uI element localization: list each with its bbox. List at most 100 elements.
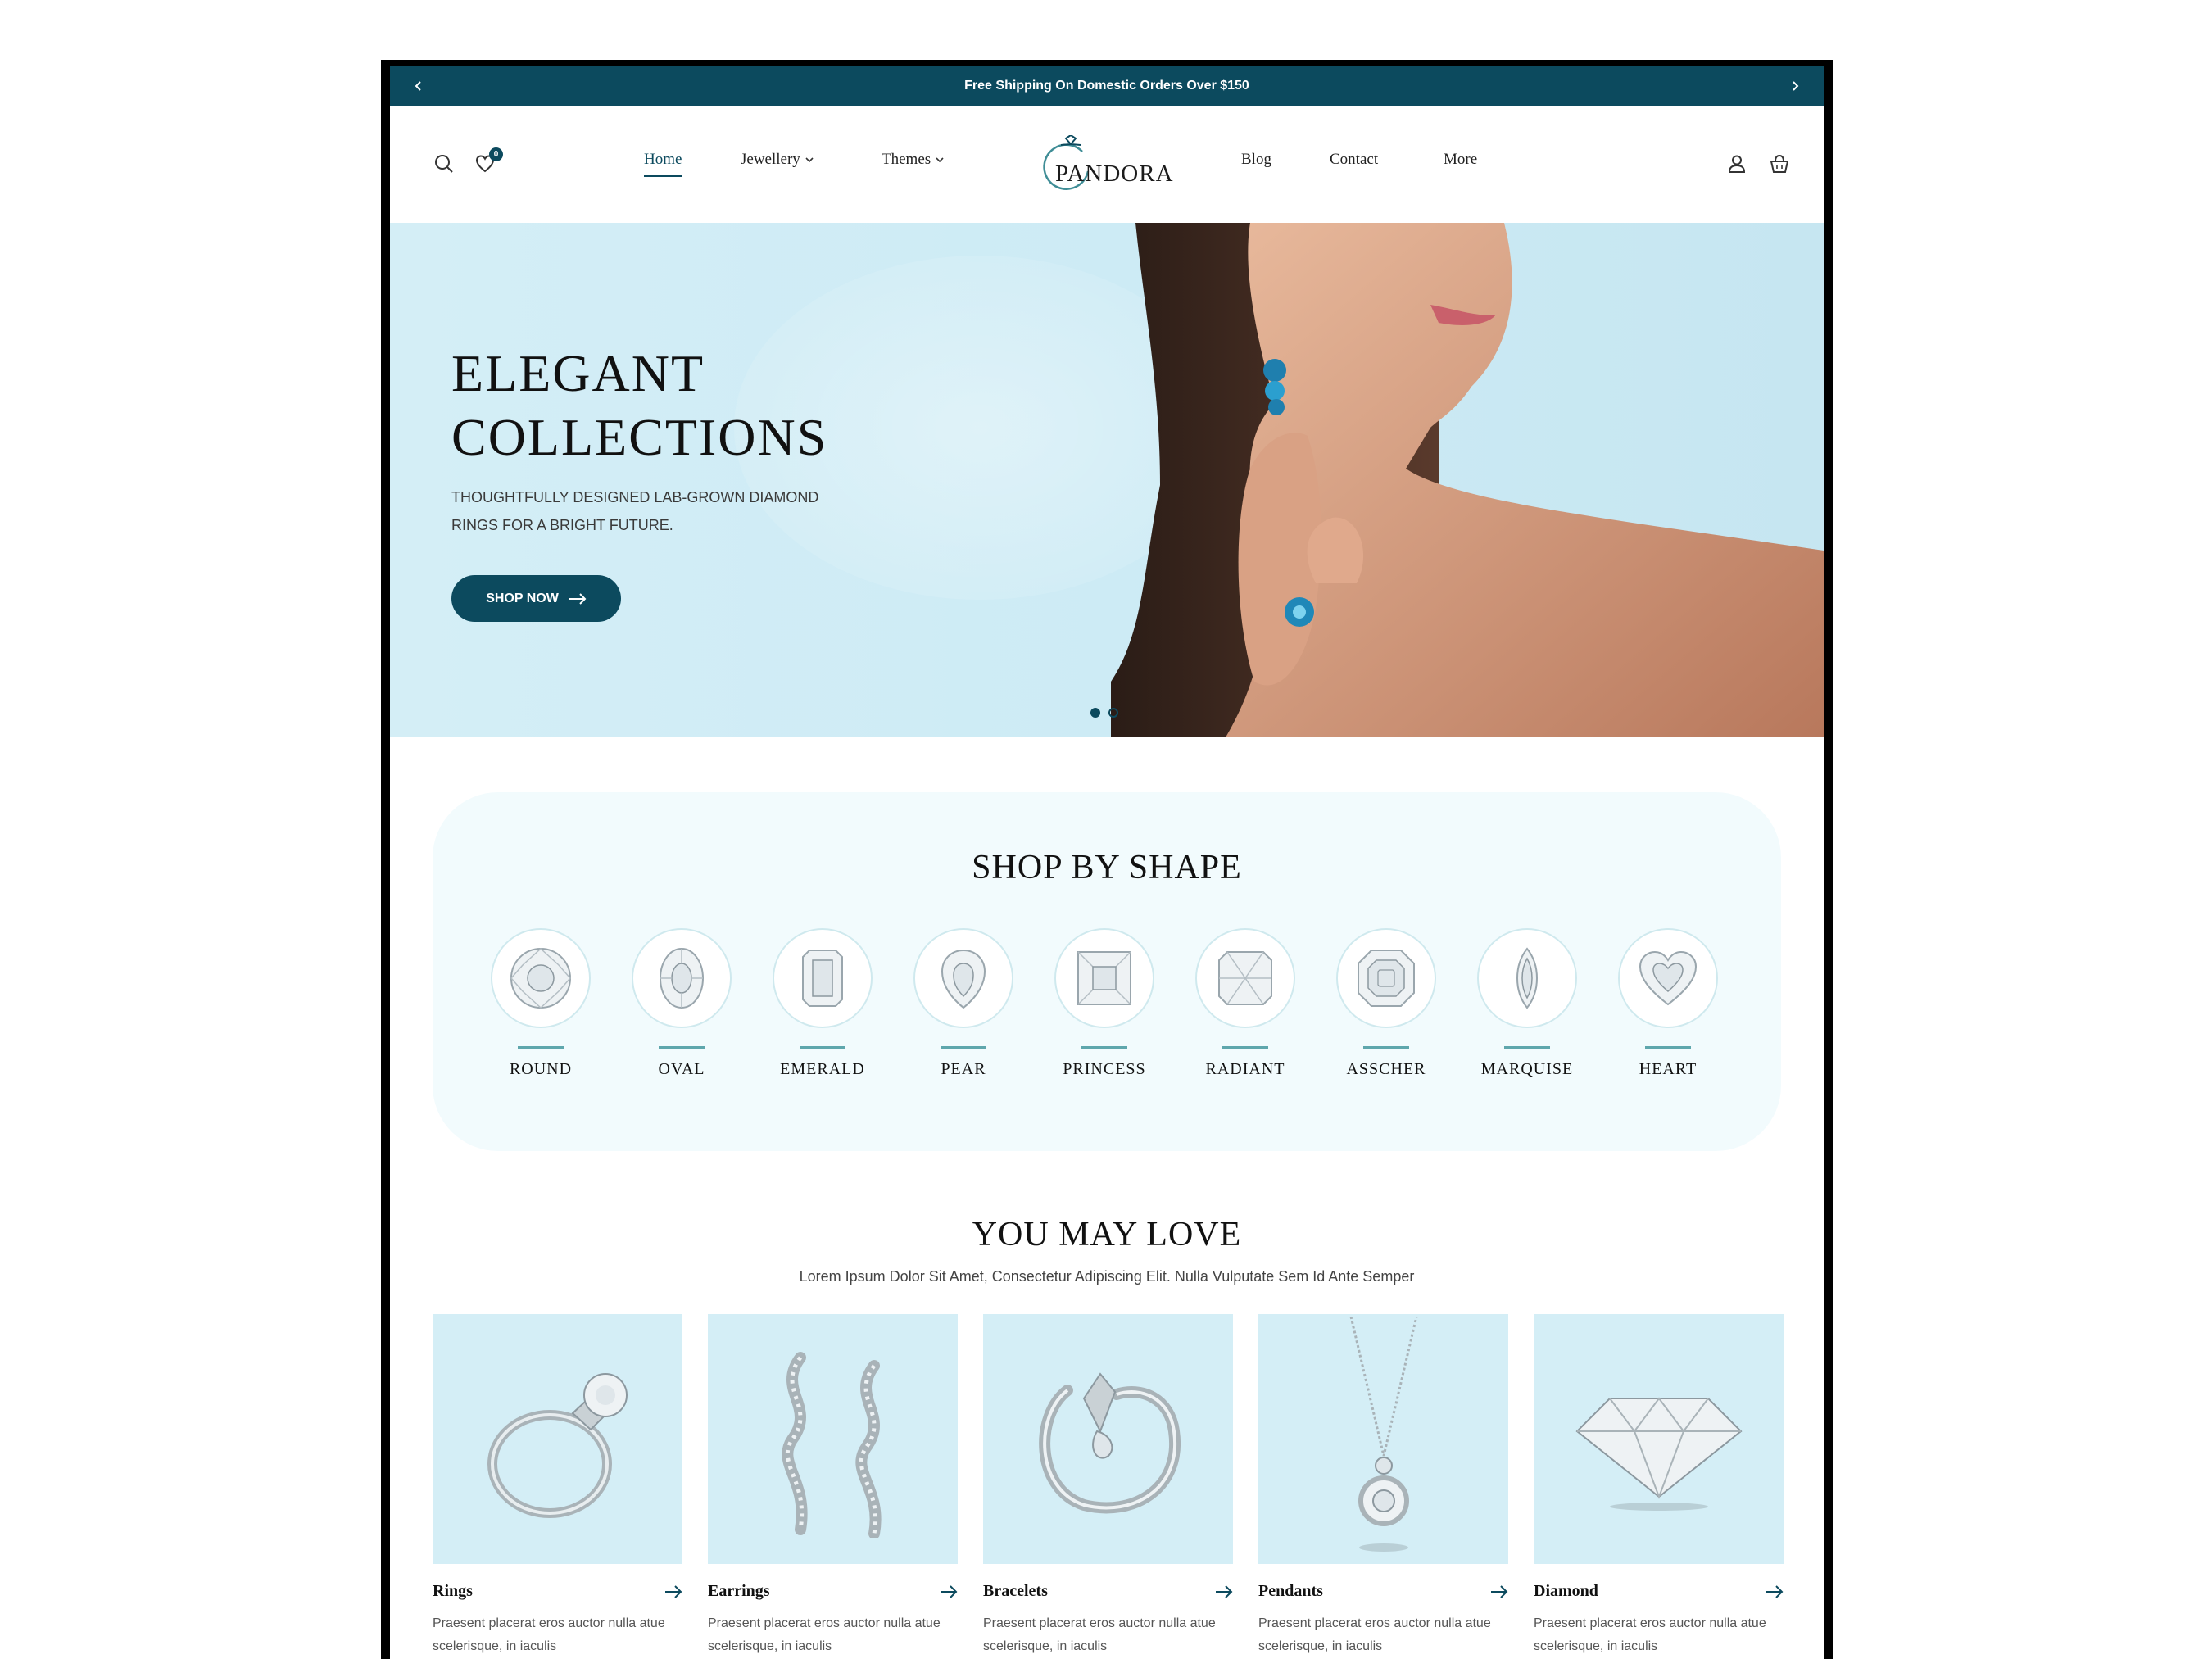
diamond-ring-image <box>487 1372 628 1518</box>
shape-radiant[interactable]: RADIANT <box>1195 928 1295 1079</box>
nav-blog-label: Blog <box>1241 151 1271 168</box>
cart-button[interactable] <box>1766 151 1793 177</box>
announcement-bar: Free Shipping On Domestic Orders Over $1… <box>390 66 1824 106</box>
category-card-pendants[interactable]: Pendants Praesent placerat eros auctor n… <box>1258 1314 1508 1658</box>
you-may-love-title: YOU MAY LOVE <box>972 1216 1242 1253</box>
shape-asscher[interactable]: ASSCHER <box>1336 928 1436 1079</box>
product-name: Pendants <box>1258 1582 1323 1600</box>
pear-diamond-icon <box>941 949 986 1009</box>
nav-contact-label: Contact <box>1330 151 1379 168</box>
product-description: Praesent placerat eros auctor nulla atue… <box>433 1616 665 1653</box>
product-name: Bracelets <box>983 1582 1048 1600</box>
earrings-image-icon <box>781 1351 882 1538</box>
asscher-diamond-icon <box>1358 950 1415 1007</box>
nav-more[interactable]: More <box>1444 151 1477 169</box>
category-card-earrings[interactable]: Earrings Praesent placerat eros auctor n… <box>708 1314 958 1658</box>
nav-jewellery[interactable]: Jewellery <box>741 151 814 169</box>
shape-marquise-label: MARQUISE <box>1480 1060 1574 1078</box>
round-diamond-icon <box>510 947 571 1009</box>
category-card-rings[interactable]: Rings Praesent placerat eros auctor null… <box>433 1314 682 1658</box>
bracelet-image-icon <box>1038 1371 1181 1513</box>
shape-round-image <box>491 928 591 1028</box>
device-frame: Free Shipping On Domestic Orders Over $1… <box>381 60 1833 1659</box>
arrow-right-icon[interactable] <box>940 1584 958 1598</box>
diamond-image <box>1534 1314 1784 1564</box>
nav-home-label: Home <box>644 151 682 168</box>
chevron-right-icon <box>1793 81 1799 91</box>
nav-contact[interactable]: Contact <box>1330 151 1378 169</box>
hero-slide-dot-1[interactable] <box>1090 708 1100 718</box>
shape-emerald-label: EMERALD <box>780 1060 865 1078</box>
shape-marquise-image <box>1477 928 1577 1028</box>
shop-by-shape-title: SHOP BY SHAPE <box>972 849 1242 886</box>
product-description: Praesent placerat eros auctor nulla atue… <box>983 1616 1216 1653</box>
shape-underline <box>1645 1046 1691 1049</box>
wishlist-button[interactable]: 0 <box>472 147 503 177</box>
arrow-right-icon[interactable] <box>1215 1584 1233 1598</box>
shape-princess-label: PRINCESS <box>1063 1060 1146 1078</box>
shape-asscher-image <box>1336 928 1436 1028</box>
search-icon <box>435 155 453 173</box>
website-screen: Free Shipping On Domestic Orders Over $1… <box>390 66 1824 1659</box>
announcement-next-button[interactable] <box>1784 75 1806 97</box>
product-description: Praesent placerat eros auctor nulla atue… <box>708 1616 941 1653</box>
arrow-right-icon <box>569 592 587 605</box>
pendants-image <box>1258 1314 1508 1564</box>
shape-pear[interactable]: PEAR <box>913 928 1013 1079</box>
product-header: Pendants <box>1258 1582 1508 1601</box>
category-card-diamond[interactable]: Diamond Praesent placerat eros auctor nu… <box>1534 1314 1784 1658</box>
shape-underline <box>800 1046 845 1049</box>
shape-emerald[interactable]: EMERALD <box>773 928 873 1079</box>
nav-blog[interactable]: Blog <box>1241 151 1271 169</box>
shape-list: ROUND OVAL EMERALD PEAR PRINCESS RADIANT… <box>491 928 1718 1079</box>
hero-title-line-2: COLLECTIONS <box>451 408 828 466</box>
product-header: Rings <box>433 1582 682 1601</box>
shop-now-button[interactable]: SHOP NOW <box>451 575 621 622</box>
emerald-diamond-icon <box>802 950 843 1007</box>
shape-oval[interactable]: OVAL <box>632 928 732 1079</box>
shape-underline <box>1222 1046 1268 1049</box>
hero-banner: ELEGANT COLLECTIONS Thoughtfully designe… <box>390 223 1824 737</box>
shape-radiant-image <box>1195 928 1295 1028</box>
arrow-right-icon[interactable] <box>1490 1584 1508 1598</box>
shape-pear-label: PEAR <box>941 1060 986 1078</box>
chevron-down-icon <box>805 157 814 163</box>
shop-now-label: SHOP NOW <box>486 591 559 605</box>
category-card-bracelets[interactable]: Bracelets Praesent placerat eros auctor … <box>983 1314 1233 1658</box>
pendant-necklace-image <box>1349 1316 1417 1552</box>
arrow-right-icon[interactable] <box>664 1584 682 1598</box>
nav-jewellery-label: Jewellery <box>741 151 800 168</box>
model-with-jewellery-image <box>1111 223 1824 737</box>
product-name: Rings <box>433 1582 473 1600</box>
nav-themes[interactable]: Themes <box>882 151 945 169</box>
princess-diamond-icon <box>1077 951 1131 1005</box>
shape-underline <box>1504 1046 1550 1049</box>
product-name: Diamond <box>1534 1582 1598 1600</box>
nav-home[interactable]: Home <box>644 151 682 177</box>
account-button[interactable] <box>1724 151 1750 177</box>
hero-subtitle: Thoughtfully designed lab-grown diamond … <box>451 489 819 533</box>
shape-marquise[interactable]: MARQUISE <box>1477 928 1577 1079</box>
shape-round-label: ROUND <box>509 1060 573 1078</box>
site-logo[interactable]: PANDORA <box>1039 135 1178 197</box>
shape-oval-image <box>632 928 732 1028</box>
search-button[interactable] <box>431 151 457 177</box>
shape-princess[interactable]: PRINCESS <box>1054 928 1154 1079</box>
hero-slide-dot-2[interactable] <box>1108 708 1118 718</box>
shape-underline <box>1081 1046 1127 1049</box>
product-header: Bracelets <box>983 1582 1233 1601</box>
wishlist-count-badge: 0 <box>489 147 503 161</box>
shape-underline <box>1363 1046 1409 1049</box>
shape-oval-label: OVAL <box>658 1060 705 1078</box>
shape-underline <box>941 1046 986 1049</box>
arrow-right-icon[interactable] <box>1766 1584 1784 1598</box>
shape-heart[interactable]: HEART <box>1618 928 1718 1079</box>
shape-round[interactable]: ROUND <box>491 928 591 1079</box>
shop-by-shape-section: SHOP BY SHAPE ROUND OVAL EMERALD PEAR PR… <box>433 792 1781 1151</box>
hero-slide-dots <box>1090 708 1118 718</box>
shape-emerald-image <box>773 928 873 1028</box>
nav-themes-label: Themes <box>882 151 931 168</box>
shape-princess-image <box>1054 928 1154 1028</box>
you-may-love-subtitle: Lorem Ipsum Dolor Sit Amet, Consectetur … <box>799 1268 1415 1285</box>
shape-heart-label: HEART <box>1639 1060 1698 1078</box>
